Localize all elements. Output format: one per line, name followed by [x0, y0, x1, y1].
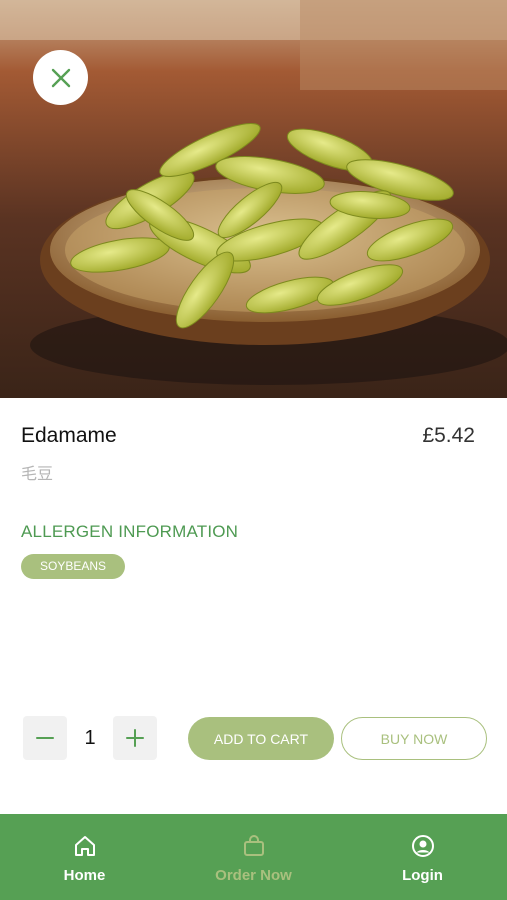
add-to-cart-button[interactable]: ADD TO CART: [188, 717, 334, 760]
bag-icon: [241, 833, 267, 859]
buy-now-button[interactable]: BUY NOW: [341, 717, 487, 760]
product-name-chinese: 毛豆: [21, 464, 54, 483]
quantity-decrease-button[interactable]: [23, 716, 67, 760]
product-price: £5.42: [422, 424, 475, 447]
minus-icon: [36, 737, 54, 739]
nav-label-login: Login: [402, 867, 443, 884]
allergen-tag-soybeans: SOYBEANS: [21, 554, 126, 579]
bottom-nav: Home Order Now Login: [0, 814, 507, 900]
nav-item-order-now[interactable]: Order Now: [169, 814, 338, 900]
product-name: Edamame: [21, 424, 117, 447]
quantity-increase-button[interactable]: [113, 716, 157, 760]
close-button[interactable]: [33, 50, 88, 105]
user-circle-icon: [410, 833, 436, 859]
nav-item-login[interactable]: Login: [338, 814, 507, 900]
plus-icon: [126, 729, 144, 747]
home-icon: [72, 833, 98, 859]
quantity-value: 1: [84, 727, 96, 749]
nav-label-order-now: Order Now: [215, 867, 292, 884]
nav-label-home: Home: [63, 867, 106, 884]
close-icon: [51, 68, 70, 87]
product-details: Edamame £5.42 毛豆 ALLERGEN INFORMATION SO…: [0, 398, 507, 814]
nav-item-home[interactable]: Home: [0, 814, 169, 900]
allergen-heading: ALLERGEN INFORMATION: [21, 522, 239, 541]
